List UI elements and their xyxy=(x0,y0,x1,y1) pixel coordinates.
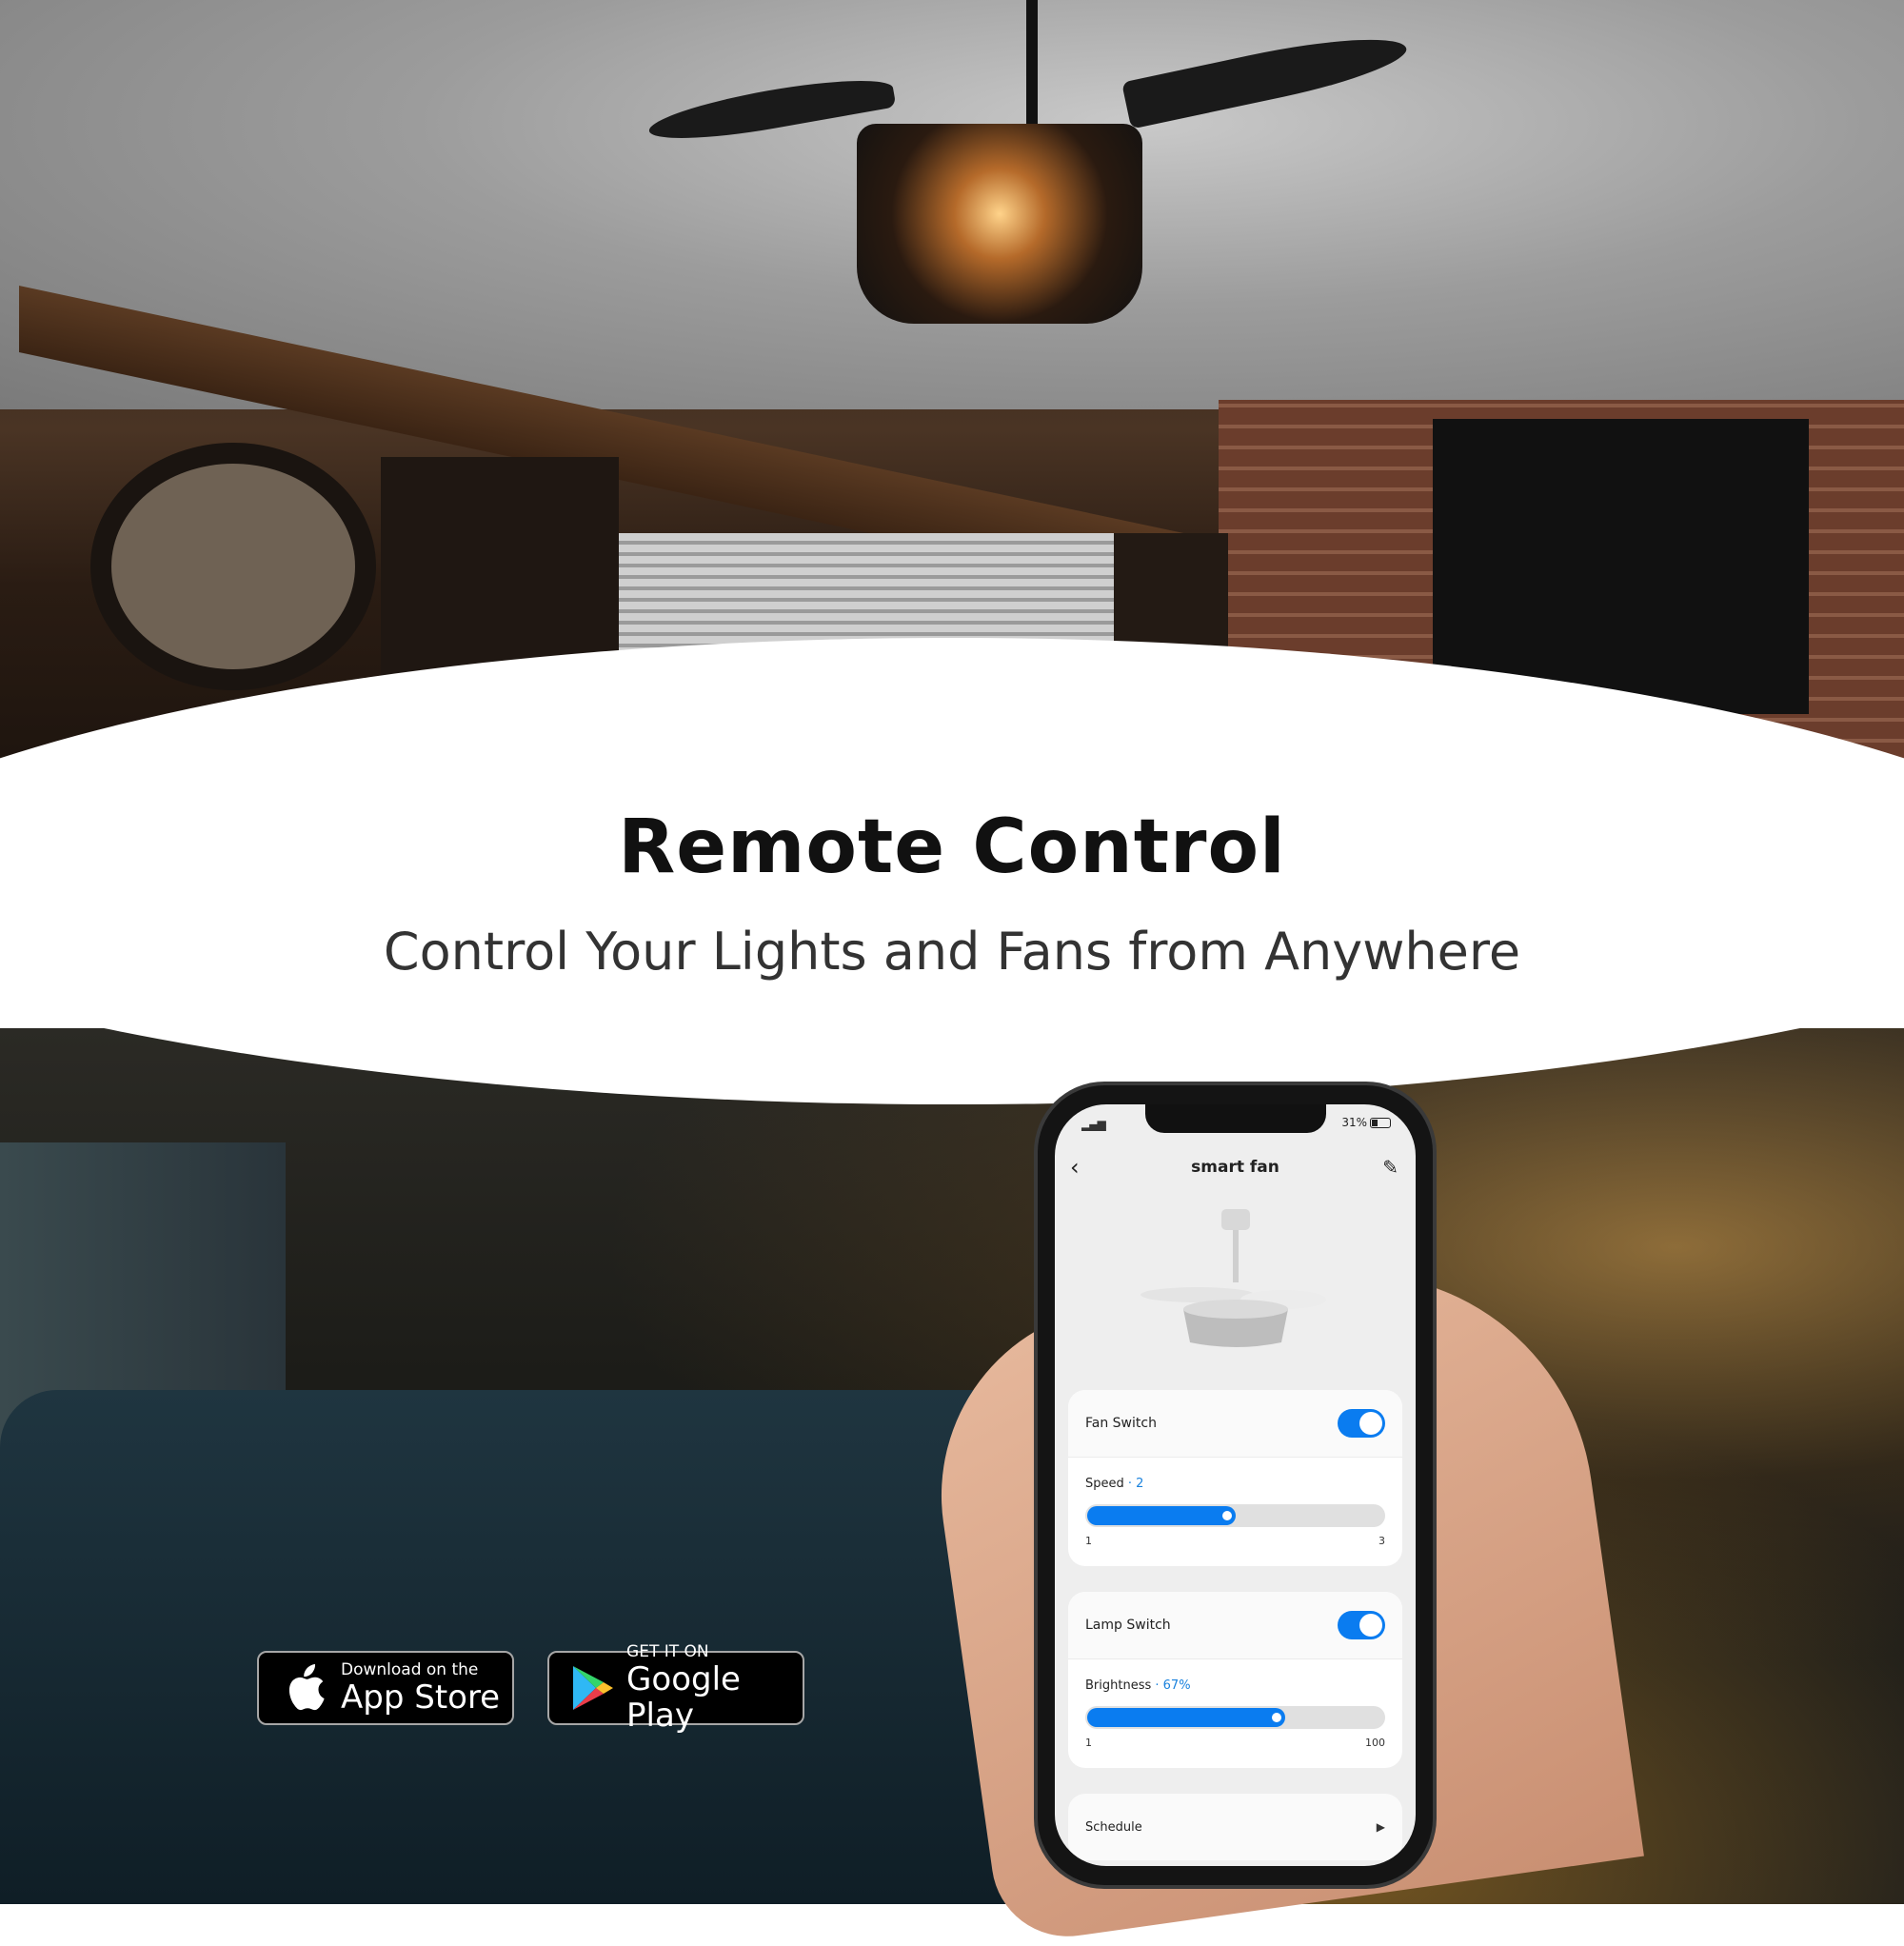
fan-downrod xyxy=(1233,1230,1239,1282)
google-play-icon xyxy=(566,1659,619,1717)
brightness-control: Brightness · 67% 1 100 xyxy=(1068,1659,1402,1768)
speed-control: Speed · 2 1 3 xyxy=(1068,1458,1402,1566)
phone-screen: ▂▄▆ 31% ‹ smart fan ✎ Fan Switch Speed ·… xyxy=(1055,1104,1416,1866)
apple-icon xyxy=(276,1659,333,1717)
lamp-switch-label: Lamp Switch xyxy=(1085,1618,1171,1633)
fan-product-image xyxy=(1140,1209,1326,1347)
brightness-max: 100 xyxy=(1365,1737,1385,1749)
hero-photo-living-room xyxy=(0,0,1904,781)
lamp-switch-toggle[interactable] xyxy=(1338,1611,1385,1639)
wall-clock xyxy=(90,443,376,690)
ceiling-fan xyxy=(857,124,1142,333)
speed-value: · 2 xyxy=(1127,1477,1144,1491)
google-play-badge[interactable]: GET IT ON Google Play xyxy=(547,1642,804,1734)
schedule-row[interactable]: Schedule ▶ xyxy=(1068,1794,1402,1860)
battery-icon xyxy=(1370,1117,1391,1128)
schedule-card[interactable]: Schedule ▶ xyxy=(1068,1794,1402,1860)
app-nav-bar: ‹ smart fan ✎ xyxy=(1055,1150,1416,1188)
battery-status: 31% xyxy=(1341,1116,1391,1129)
page-title: Remote Control xyxy=(618,804,1286,890)
phone-notch xyxy=(1145,1104,1326,1133)
brightness-slider-fill xyxy=(1087,1708,1285,1727)
speed-min: 1 xyxy=(1085,1535,1092,1547)
speed-slider[interactable] xyxy=(1085,1504,1385,1527)
google-play-big-text: Google Play xyxy=(626,1659,741,1735)
schedule-label: Schedule xyxy=(1085,1819,1142,1835)
device-title: smart fan xyxy=(1191,1158,1279,1177)
signal-icon: ▂▄▆ xyxy=(1081,1118,1106,1131)
fan-switch-toggle[interactable] xyxy=(1338,1409,1385,1438)
brightness-value: · 67% xyxy=(1155,1678,1191,1693)
app-store-badge[interactable]: Download on the App Store xyxy=(257,1651,514,1725)
television xyxy=(1433,419,1809,714)
battery-percent: 31% xyxy=(1341,1116,1367,1129)
fan-rod xyxy=(1026,0,1038,133)
speed-label: Speed xyxy=(1085,1477,1124,1491)
fan-switch-label: Fan Switch xyxy=(1085,1416,1157,1431)
brightness-slider[interactable] xyxy=(1085,1706,1385,1729)
bed xyxy=(0,1390,1095,1904)
fan-canopy xyxy=(1221,1209,1250,1230)
google-play-small-text: GET IT ON xyxy=(626,1641,709,1661)
fan-card: Fan Switch Speed · 2 1 3 xyxy=(1068,1390,1402,1566)
app-store-big-text: App Store xyxy=(341,1678,501,1717)
speed-slider-fill xyxy=(1087,1506,1236,1525)
brightness-label: Brightness xyxy=(1085,1678,1152,1693)
fan-switch-row: Fan Switch xyxy=(1068,1390,1402,1458)
brightness-min: 1 xyxy=(1085,1737,1092,1749)
brightness-slider-thumb[interactable] xyxy=(1272,1713,1281,1722)
lamp-card: Lamp Switch Brightness · 67% 1 100 xyxy=(1068,1592,1402,1768)
speed-max: 3 xyxy=(1378,1535,1385,1547)
lamp-switch-row: Lamp Switch xyxy=(1068,1592,1402,1659)
caret-right-icon: ▶ xyxy=(1376,1820,1385,1834)
speed-slider-thumb[interactable] xyxy=(1222,1511,1232,1520)
smartphone: ▂▄▆ 31% ‹ smart fan ✎ Fan Switch Speed ·… xyxy=(1038,1085,1433,1885)
page-subtitle: Control Your Lights and Fans from Anywhe… xyxy=(383,922,1521,982)
app-store-small-text: Download on the xyxy=(341,1659,479,1679)
fan-light-top xyxy=(1183,1300,1288,1319)
fan-light-cage xyxy=(857,124,1142,324)
pencil-icon[interactable]: ✎ xyxy=(1382,1156,1398,1179)
